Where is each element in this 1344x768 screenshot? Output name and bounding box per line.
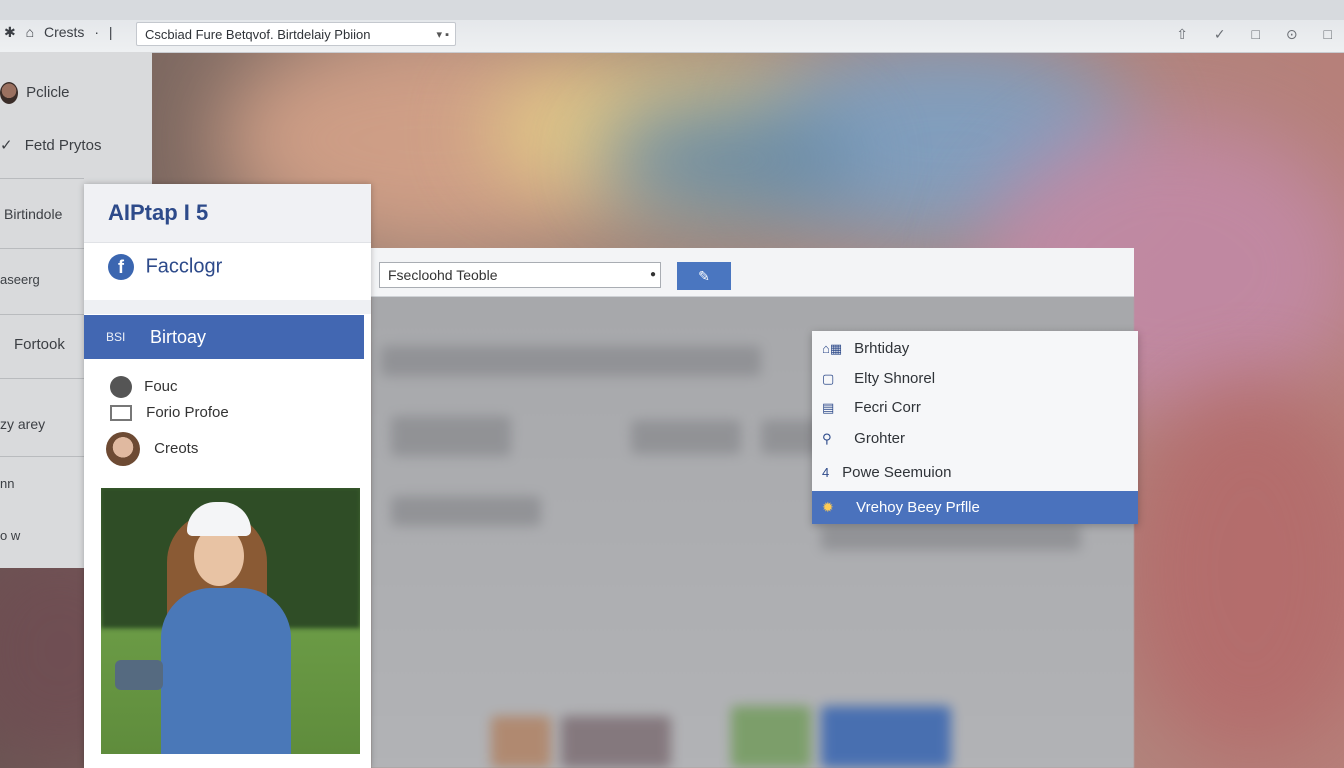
list-item-label: Fouc bbox=[144, 377, 178, 395]
share-icon[interactable]: ⇧ bbox=[1176, 26, 1188, 42]
facebook-logo-icon: f bbox=[108, 254, 134, 280]
list-item-fouc[interactable]: Fouc bbox=[110, 376, 178, 398]
menu-item-label: Brhtiday bbox=[854, 340, 910, 357]
address-text: Cscbiad Fure Betqvof. Birtdelaiy Pbiion bbox=[145, 27, 371, 42]
camera-icon bbox=[110, 376, 132, 398]
list-item-label: Creots bbox=[154, 439, 199, 457]
card-header: AIPtap I 5 bbox=[84, 184, 371, 243]
item-label: Birtoay bbox=[150, 327, 207, 347]
divider bbox=[0, 378, 84, 379]
divider bbox=[0, 456, 84, 457]
home-icon[interactable]: ⌂ bbox=[26, 24, 34, 40]
pin-icon: ⚲ bbox=[822, 431, 832, 446]
sidebar-item-label: Pclicle bbox=[26, 83, 70, 101]
list-item-profile[interactable]: Forio Profoe bbox=[110, 404, 229, 422]
number-icon: 4 bbox=[822, 465, 830, 480]
divider bbox=[0, 314, 84, 315]
address-bar[interactable]: Cscbiad Fure Betqvof. Birtdelaiy Pbiion … bbox=[136, 22, 456, 46]
list-item-creots[interactable]: Creots bbox=[106, 432, 198, 466]
crests-link[interactable]: Crests bbox=[44, 24, 84, 40]
menu-item-label: Grohter bbox=[854, 430, 906, 447]
input-end-icon: ● bbox=[649, 269, 656, 280]
divider bbox=[0, 248, 84, 249]
search-input-value: Fsecloohd Teoble bbox=[388, 267, 498, 283]
dropdown-menu: ⌂▦ Brhtiday ▢ Elty Shnorel ▤ Fecri Corr … bbox=[812, 331, 1138, 524]
menu-item-shnorel[interactable]: ▢ Elty Shnorel bbox=[822, 370, 935, 387]
window-icon[interactable]: □ bbox=[1252, 26, 1260, 42]
maximize-icon[interactable]: □ bbox=[1324, 26, 1332, 42]
menu-item-seemuion[interactable]: 4 Powe Seemuion bbox=[822, 464, 951, 481]
brand-name: Facclogr bbox=[145, 255, 223, 278]
dot-separator: · bbox=[94, 24, 99, 40]
menu-item-label: Fecri Corr bbox=[854, 399, 921, 416]
star-icon[interactable]: ✱ bbox=[4, 24, 16, 40]
sparkle-icon: ✹ bbox=[822, 499, 834, 515]
calendar-icon: ⌂▦ bbox=[822, 341, 843, 356]
sidebar-item-photos[interactable]: ✓ Fetd Prytos bbox=[0, 136, 101, 154]
item-tag: BSI bbox=[106, 330, 126, 344]
avatar bbox=[106, 432, 140, 466]
check-icon: ✓ bbox=[0, 137, 13, 154]
sidebar-item-facebook[interactable]: Fortook bbox=[14, 336, 65, 353]
bar-separator: | bbox=[108, 24, 113, 40]
square-icon: ▢ bbox=[822, 371, 835, 386]
search-button[interactable]: ✎ bbox=[677, 262, 731, 290]
menu-item-corr[interactable]: ▤ Fecri Corr bbox=[822, 399, 921, 416]
list-icon: ▤ bbox=[822, 400, 835, 415]
profile-photo bbox=[101, 488, 360, 754]
sidebar-item-profile[interactable]: Pclicle bbox=[0, 82, 70, 104]
sidebar-item-search[interactable]: aseerg bbox=[0, 272, 40, 287]
edit-icon: ✎ bbox=[698, 268, 710, 284]
avatar bbox=[0, 82, 18, 104]
menu-item-label: Elty Shnorel bbox=[854, 370, 936, 387]
browser-toolbar: ✱ ⌂ Crests · | Cscbiad Fure Betqvof. Bir… bbox=[0, 0, 1344, 53]
sidebar-item-label: Fetd Prytos bbox=[24, 137, 102, 154]
menu-item-birthday-active[interactable]: BSI Birtoay bbox=[84, 315, 364, 359]
card-title: AIPtap I 5 bbox=[108, 200, 209, 225]
id-card-icon bbox=[110, 405, 132, 422]
menu-item-grohter[interactable]: ⚲ Grohter bbox=[822, 430, 905, 447]
brand-row[interactable]: f Facclogr bbox=[108, 254, 222, 280]
list-item-label: Forio Profoe bbox=[146, 404, 229, 421]
menu-item-label: Powe Seemuion bbox=[842, 464, 952, 481]
sidebar-item-zy[interactable]: zy arey bbox=[0, 416, 45, 432]
address-dropdown-icon[interactable]: ▾ ▪ bbox=[437, 23, 449, 47]
nav-left-group: ✱ ⌂ Crests · | bbox=[4, 24, 119, 41]
sidebar-item-birthday[interactable]: Birtindole bbox=[4, 206, 62, 222]
menu-item-birthday[interactable]: ⌂▦ Brhtiday bbox=[822, 340, 909, 357]
nav-right-group: ⇧ ✓ □ ⊙ □ bbox=[1154, 26, 1332, 43]
menu-item-label: Vrehoy Beey Prflle bbox=[856, 499, 980, 516]
menu-item-selected-profile[interactable]: ✹ Vrehoy Beey Prflle bbox=[812, 491, 1138, 524]
sidebar-item-ow[interactable]: o w bbox=[0, 528, 20, 543]
divider bbox=[0, 178, 84, 179]
check-icon[interactable]: ✓ bbox=[1214, 26, 1226, 42]
search-panel: Fsecloohd Teoble ● ✎ bbox=[371, 248, 1134, 297]
title-strip bbox=[0, 0, 1344, 20]
settings-icon[interactable]: ⊙ bbox=[1286, 26, 1298, 42]
divider bbox=[84, 300, 371, 314]
search-input[interactable]: Fsecloohd Teoble ● bbox=[379, 262, 661, 288]
sidebar-item-nn[interactable]: nn bbox=[0, 476, 14, 491]
